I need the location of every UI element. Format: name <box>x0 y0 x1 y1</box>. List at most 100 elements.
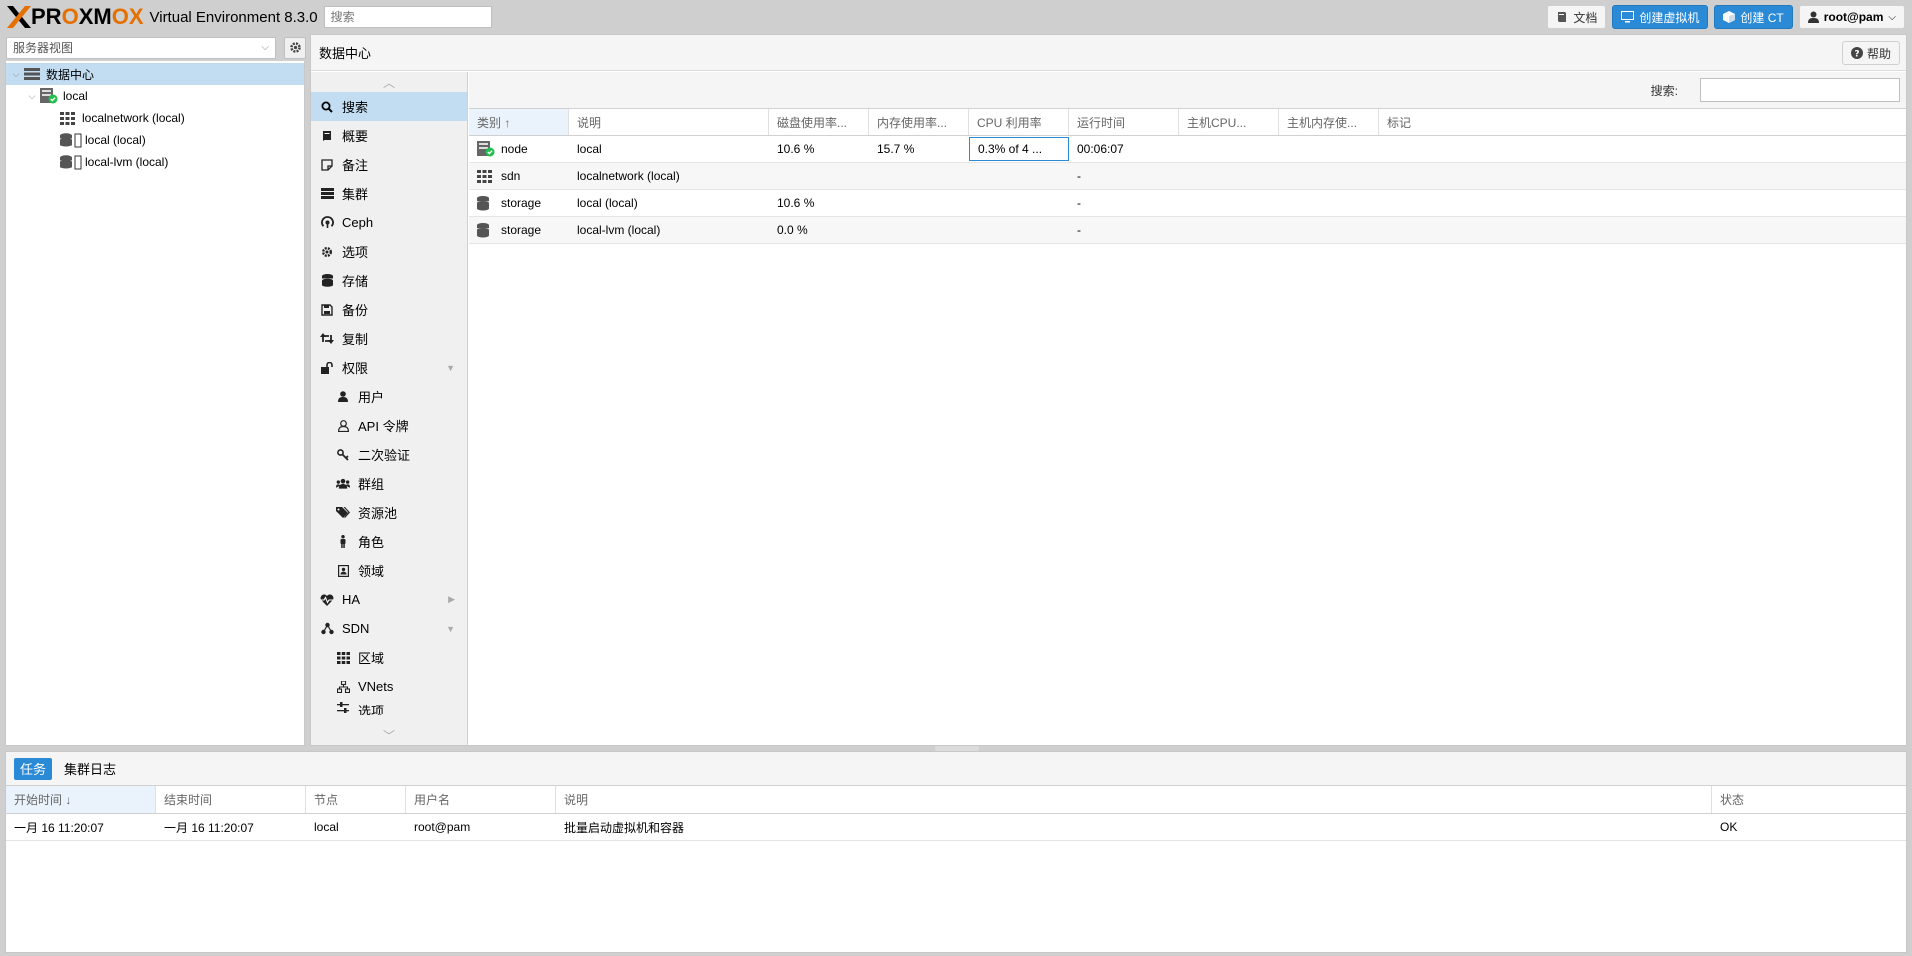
column-header-status[interactable]: 状态 <box>1712 786 1906 813</box>
docs-button[interactable]: 文档 <box>1547 5 1607 29</box>
nav-item-summary[interactable]: 概要 <box>311 121 467 150</box>
nav-item-sdn[interactable]: SDN ▼ <box>311 614 467 643</box>
search-icon <box>320 100 334 114</box>
column-header-tags[interactable]: 标记 <box>1379 109 1906 135</box>
proxmox-logo[interactable]: PROXMOX <box>7 0 144 34</box>
datacenter-icon <box>24 68 40 80</box>
table-row[interactable]: storage local-lvm (local) 0.0 % - <box>469 217 1906 244</box>
nav-label: HA <box>342 592 361 607</box>
nav-item-ha[interactable]: HA ▶ <box>311 585 467 614</box>
row-memory-usage: 15.7 % <box>877 142 915 156</box>
column-header-start-time[interactable]: 开始时间 ↓ <box>6 786 156 813</box>
nav-label: 群组 <box>358 477 385 492</box>
nav-label: 领域 <box>358 564 385 579</box>
create-ct-button[interactable]: 创建 CT <box>1714 5 1793 29</box>
column-header-uptime[interactable]: 运行时间 <box>1069 109 1179 135</box>
tree-item-label: local-lvm (local) <box>85 155 169 169</box>
view-selector[interactable]: 服务器视图 ⌵ <box>6 36 276 59</box>
column-header-host-memory[interactable]: 主机内存使... <box>1279 109 1379 135</box>
table-row[interactable]: sdn localnetwork (local) - <box>469 163 1906 190</box>
nav-item-storage[interactable]: 存储 <box>311 266 467 295</box>
expand-down-icon[interactable]: ▼ <box>446 624 455 634</box>
desktop-icon <box>1621 11 1635 23</box>
tree-item-storage-local[interactable]: local (local) <box>6 129 304 151</box>
table-row[interactable]: storage local (local) 10.6 % - <box>469 190 1906 217</box>
expand-down-icon[interactable]: ▼ <box>446 363 455 373</box>
nav-item-sdn-options[interactable]: 选项 <box>311 701 467 715</box>
nav-item-backup[interactable]: 备份 <box>311 295 467 324</box>
column-header-node[interactable]: 节点 <box>306 786 406 813</box>
tree-item-node-local[interactable]: ⌵ local <box>6 85 304 107</box>
column-header-end-time[interactable]: 结束时间 <box>156 786 306 813</box>
column-header-host-cpu[interactable]: 主机CPU... <box>1179 109 1279 135</box>
collapse-icon[interactable]: ⌵ <box>26 91 38 102</box>
nav-item-vnets[interactable]: VNets <box>311 672 467 701</box>
row-disk-usage: 0.0 % <box>777 223 808 237</box>
storage-icon <box>60 132 82 147</box>
nav-item-ceph[interactable]: Ceph <box>311 208 467 237</box>
column-header-type[interactable]: 类别 ↑ <box>469 109 569 135</box>
tab-cluster-log[interactable]: 集群日志 <box>58 758 122 780</box>
panel-header: 数据中心 <box>311 35 1906 71</box>
column-header-memory-usage[interactable]: 内存使用率... <box>869 109 969 135</box>
nav-label: VNets <box>358 679 394 694</box>
nav-item-groups[interactable]: 群组 <box>311 469 467 498</box>
column-header-description[interactable]: 说明 <box>556 786 1712 813</box>
focused-cell[interactable]: 0.3% of 4 ... <box>969 137 1069 161</box>
nav-item-pools[interactable]: 资源池 <box>311 498 467 527</box>
tree-item-label: localnetwork (local) <box>82 111 185 125</box>
global-search-input[interactable] <box>323 6 492 28</box>
scroll-down-icon[interactable]: ﹀ <box>311 725 467 745</box>
task-end-time: 一月 16 11:20:07 <box>164 820 254 835</box>
scroll-up-icon[interactable]: ︿ <box>311 72 467 92</box>
database-icon <box>477 222 489 237</box>
nav-item-two-factor[interactable]: 二次验证 <box>311 440 467 469</box>
heartbeat-icon <box>320 593 334 607</box>
column-header-disk-usage[interactable]: 磁盘使用率... <box>769 109 869 135</box>
ceph-icon <box>320 216 334 230</box>
tree-settings-button[interactable] <box>284 36 306 59</box>
nav-item-replication[interactable]: 复制 <box>311 324 467 353</box>
nav-item-search[interactable]: 搜索 <box>311 92 467 121</box>
resource-grid-header: 类别 ↑ 说明 磁盘使用率... 内存使用率... CPU 利用率 运行时间 主… <box>469 108 1906 136</box>
tab-tasks[interactable]: 任务 <box>14 757 53 780</box>
nav-label: 用户 <box>358 390 385 405</box>
column-header-cpu-usage[interactable]: CPU 利用率 <box>969 109 1069 135</box>
user-menu-button[interactable]: root@pam ⌵ <box>1798 5 1905 29</box>
nav-label: 区域 <box>358 651 385 666</box>
resource-search-input[interactable] <box>1700 78 1900 102</box>
nav-item-realms[interactable]: 领域 <box>311 556 467 585</box>
gear-icon <box>320 245 334 259</box>
create-vm-label: 创建虚拟机 <box>1639 10 1700 25</box>
node-online-icon <box>40 88 58 104</box>
nav-item-options[interactable]: 选项 <box>311 237 467 266</box>
nav-item-cluster[interactable]: 集群 <box>311 179 467 208</box>
expand-right-icon[interactable]: ▶ <box>448 594 455 605</box>
help-button[interactable]: ? 帮助 <box>1841 41 1900 65</box>
tree-item-storage-local-lvm[interactable]: local-lvm (local) <box>6 151 304 173</box>
create-ct-label: 创建 CT <box>1740 10 1784 25</box>
tree-item-sdn-localnetwork[interactable]: localnetwork (local) <box>6 107 304 129</box>
gear-icon <box>289 42 301 53</box>
nav-item-notes[interactable]: 备注 <box>311 150 467 179</box>
row-type: storage <box>501 196 542 210</box>
nav-item-zones[interactable]: 区域 <box>311 643 467 672</box>
nav-item-permissions[interactable]: 权限 ▼ <box>311 353 467 382</box>
column-header-description[interactable]: 说明 <box>569 109 769 135</box>
collapse-icon[interactable]: ⌵ <box>10 69 22 80</box>
user-label: root@pam <box>1823 10 1884 24</box>
nav-item-users[interactable]: 用户 <box>311 382 467 411</box>
row-uptime: - <box>1077 169 1081 183</box>
users-icon <box>336 477 350 491</box>
row-type: node <box>501 142 528 156</box>
table-row[interactable]: 一月 16 11:20:07 一月 16 11:20:07 local root… <box>6 814 1906 841</box>
nav-item-roles[interactable]: 角色 <box>311 527 467 556</box>
create-vm-button[interactable]: 创建虚拟机 <box>1612 5 1709 29</box>
sdn-grid-icon <box>60 111 75 125</box>
nav-item-api-tokens[interactable]: API 令牌 <box>311 411 467 440</box>
tree-item-datacenter[interactable]: ⌵ 数据中心 <box>6 63 304 85</box>
task-start-time: 一月 16 11:20:07 <box>14 820 104 835</box>
table-row[interactable]: node local 10.6 % 15.7 % 0.3% of 4 ... 0… <box>469 136 1906 163</box>
column-header-username[interactable]: 用户名 <box>406 786 556 813</box>
nav-label: API 令牌 <box>358 419 409 434</box>
